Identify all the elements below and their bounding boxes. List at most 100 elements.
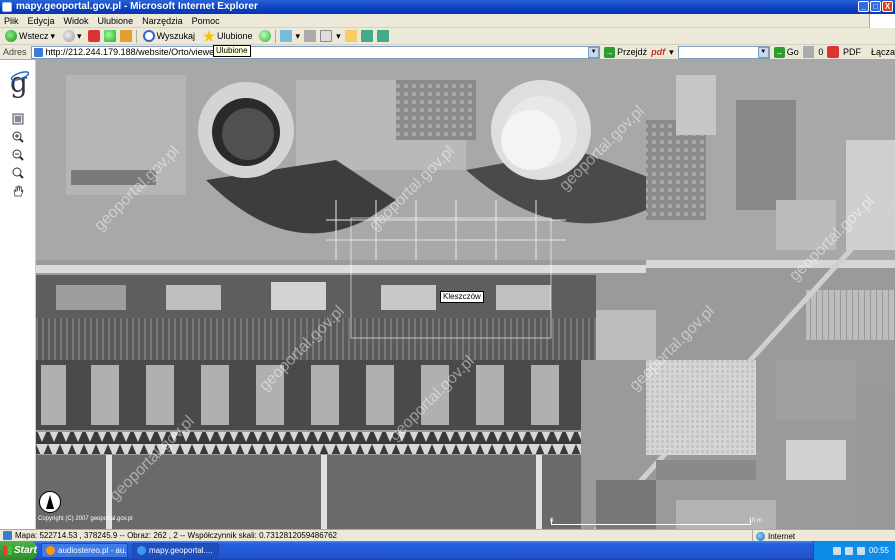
research-icon[interactable] — [360, 30, 373, 42]
menu-help[interactable]: Pomoc — [192, 16, 220, 26]
place-label: Kleszczów — [440, 291, 484, 303]
network-icon[interactable] — [856, 546, 865, 555]
address-url: http://212.244.179.188/website/Orto/view… — [45, 47, 235, 57]
back-arrow-icon — [5, 30, 17, 42]
system-tray: 00:55 — [813, 541, 895, 560]
menu-edit[interactable]: Edycja — [28, 16, 55, 26]
map-viewer: g geoportal.gov.pl geoportal.gov.pl geop… — [0, 60, 895, 529]
minimize-button[interactable]: _ — [858, 1, 869, 12]
chevron-down-icon[interactable]: ▼ — [588, 46, 600, 58]
go-arrow-icon: → — [773, 46, 785, 58]
start-label: Start — [14, 545, 37, 556]
search-label: Wyszukaj — [156, 31, 196, 41]
star-icon — [203, 30, 216, 42]
favorites-button[interactable]: Ulubione — [201, 29, 255, 43]
messenger-icon[interactable] — [376, 30, 389, 42]
windows-logo-icon — [3, 546, 12, 555]
chevron-down-icon[interactable]: ▾ — [296, 31, 301, 42]
toolbar-separator — [135, 29, 137, 43]
folder-icon[interactable] — [344, 30, 357, 42]
title-bar: mapy.geoportal.gov.pl - Microsoft Intern… — [0, 0, 895, 14]
task-label: mapy.geoportal.... — [149, 546, 213, 555]
go-label: Przejdź — [617, 47, 648, 57]
start-button[interactable]: Start — [0, 541, 37, 560]
counter-icon — [802, 46, 815, 58]
back-button[interactable]: Wstecz ▾ — [3, 29, 57, 43]
address-input[interactable]: http://212.244.179.188/website/Orto/view… — [30, 45, 601, 59]
page-status-icon — [3, 531, 12, 540]
taskbar-item-geoportal[interactable]: mapy.geoportal.... — [132, 543, 219, 558]
taskbar-item-audiostereo[interactable]: audiostereo.pl - au... — [41, 543, 128, 558]
search-button[interactable]: Wyszukaj — [141, 29, 197, 43]
pdf-button[interactable]: pdf — [651, 47, 665, 57]
zoom-in-tool-icon[interactable] — [11, 130, 25, 144]
clock: 00:55 — [868, 546, 889, 555]
pan-hand-tool-icon[interactable] — [11, 184, 25, 198]
maximize-button[interactable]: □ — [870, 1, 881, 12]
volume-icon[interactable] — [844, 546, 853, 555]
toolbar-separator — [274, 29, 276, 43]
menu-tools[interactable]: Narzędzia — [142, 16, 183, 26]
zoom-out-tool-icon[interactable] — [11, 148, 25, 162]
tray-app-icon[interactable] — [832, 546, 841, 555]
forward-button[interactable]: ▾ — [61, 29, 84, 43]
stop-icon[interactable] — [87, 30, 100, 42]
close-button[interactable]: X — [882, 1, 893, 12]
toolbar-search-input[interactable]: ▼ — [677, 45, 770, 59]
back-label: Wstecz — [19, 31, 49, 41]
ie-icon — [137, 546, 146, 555]
page-icon — [33, 47, 43, 57]
window-title: mapy.geoportal.gov.pl - Microsoft Intern… — [16, 1, 258, 12]
chevron-down-icon[interactable]: ▾ — [51, 31, 56, 42]
pdf2-button[interactable]: PDF — [843, 47, 861, 57]
edit-icon[interactable] — [320, 30, 333, 42]
refresh-icon[interactable] — [103, 30, 116, 42]
go2-label: Go — [786, 47, 799, 57]
go-arrow-icon: → — [604, 46, 616, 58]
favorites-label: Ulubione — [217, 31, 253, 41]
identify-tool-icon[interactable] — [11, 166, 25, 180]
full-extent-tool-icon[interactable] — [11, 112, 25, 126]
status-text: Mapa: 522714.53 , 378245.9 -- Obraz: 262… — [15, 531, 337, 540]
chevron-down-icon[interactable]: ▾ — [336, 31, 341, 42]
home-icon[interactable] — [119, 30, 132, 42]
address-bar: Adres http://212.244.179.188/website/Ort… — [0, 45, 895, 60]
scale-end-label: 10 m — [748, 518, 762, 524]
search-icon — [142, 30, 155, 42]
go-button[interactable]: → Przejdź — [604, 46, 648, 58]
ie-icon — [2, 2, 12, 12]
links-button[interactable]: Łącza — [871, 47, 895, 57]
forward-arrow-icon — [63, 30, 76, 42]
globe-icon — [756, 531, 765, 541]
menu-favorites[interactable]: Ulubione — [98, 16, 134, 26]
windows-flag-icon — [869, 14, 895, 28]
scale-start-label: 0 — [550, 518, 554, 524]
orthophoto-map[interactable]: geoportal.gov.pl geoportal.gov.pl geopor… — [36, 60, 895, 529]
address-label: Adres — [3, 47, 27, 57]
go2-button[interactable]: → Go — [773, 46, 799, 58]
favorites-tooltip: Ulubione — [213, 45, 251, 57]
chevron-down-icon[interactable]: ▼ — [757, 46, 769, 58]
north-arrow-icon — [39, 491, 61, 513]
chevron-down-icon[interactable]: ▾ — [77, 31, 82, 42]
print-icon[interactable] — [304, 30, 317, 42]
menu-file[interactable]: Plik — [4, 16, 19, 26]
copyright-text: Copyright (C) 2007 geoportal.gov.pl — [38, 516, 133, 522]
menu-view[interactable]: Widok — [64, 16, 89, 26]
counter-value: 0 — [818, 47, 824, 57]
menu-bar: Plik Edycja Widok Ulubione Narzędzia Pom… — [0, 14, 895, 28]
geoportal-logo-icon: g — [7, 66, 31, 98]
svg-text:g: g — [10, 66, 28, 98]
mail-icon[interactable] — [279, 30, 292, 42]
zone-label: Internet — [768, 531, 796, 541]
map-tools-panel: g — [0, 60, 36, 529]
taskbar: Start audiostereo.pl - au... mapy.geopor… — [0, 541, 895, 560]
standard-toolbar: Wstecz ▾ ▾ Wyszukaj Ulubione ▾ ▾ — [0, 28, 895, 45]
status-bar: Mapa: 522714.53 , 378245.9 -- Obraz: 262… — [0, 529, 895, 542]
firefox-icon — [46, 546, 55, 555]
history-icon[interactable] — [258, 30, 271, 42]
chevron-down-icon[interactable]: ▾ — [669, 47, 674, 58]
task-label: audiostereo.pl - au... — [58, 546, 128, 555]
pdf-icon — [827, 46, 839, 58]
scale-bar: 0 10 m — [550, 518, 762, 525]
